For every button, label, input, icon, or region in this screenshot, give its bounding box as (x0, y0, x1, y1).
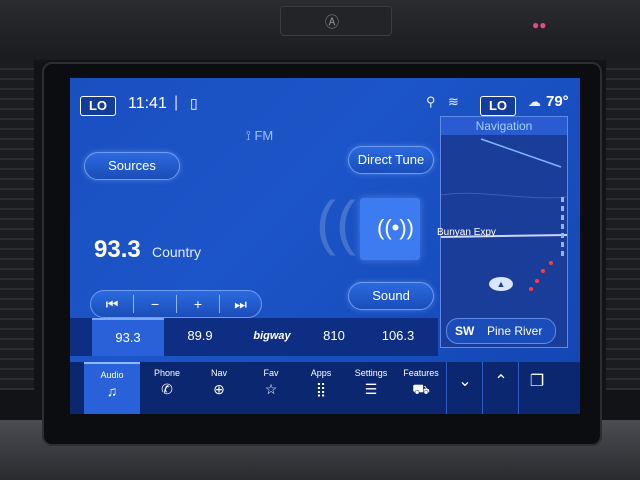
poi-dot (529, 287, 533, 291)
star-icon: ☆ (264, 381, 278, 397)
chevron-down-icon: ⌄ (458, 373, 472, 390)
chevron-down-button[interactable]: ⌄ (446, 362, 483, 414)
nav-nav-label: Nav (210, 368, 227, 378)
tune-up-icon[interactable]: + (177, 291, 219, 317)
station-genre: Country (152, 244, 202, 260)
nav-apps-label: Apps (310, 368, 332, 378)
map-zoom-scrollbar[interactable] (561, 197, 564, 257)
nav-phone[interactable]: Phone ✆ (142, 362, 192, 414)
nav-audio-label: Audio (100, 370, 124, 380)
sources-button[interactable]: Sources (84, 152, 180, 180)
map-road-line (441, 192, 567, 199)
nav-settings-label: Settings (354, 368, 388, 378)
seek-forward-icon[interactable]: ⏭ (220, 291, 261, 317)
nav-features[interactable]: Features ⛟ (396, 362, 446, 414)
map-route-line (480, 138, 562, 168)
heading-street-bar: SW Pine River (446, 318, 556, 344)
driver-temp-lo[interactable]: LO (80, 96, 116, 116)
nav-fav-label: Fav (263, 368, 279, 378)
current-frequency: 93.3 (94, 236, 141, 263)
music-note-icon: ♫ (106, 383, 118, 399)
grid-icon: ⣿ (315, 381, 327, 397)
sliders-icon: ☰ (364, 381, 378, 397)
preset-5[interactable]: 106.3 (362, 318, 434, 354)
infotainment-screen: LO 11:41 | ▯ ⚲ ≋ LO ☁ 79° ⟟ FM Sources D… (70, 78, 580, 414)
nav-features-label: Features (403, 368, 439, 378)
right-air-vent (606, 60, 640, 390)
outside-temp-icon: ☁ (528, 94, 541, 109)
seek-back-icon[interactable]: ⏮ (91, 291, 133, 317)
airbag-indicator-icon: ●● (532, 18, 547, 32)
multi-window-button[interactable]: ❐ (518, 362, 555, 414)
tune-down-icon[interactable]: − (134, 291, 176, 317)
sound-button[interactable]: Sound (348, 282, 434, 310)
dashboard-top: Ⓐ ●● (0, 0, 640, 60)
preset-bar: 93.3 89.9 bigway 810 106.3 (70, 318, 438, 356)
passenger-temp-lo[interactable]: LO (480, 96, 516, 116)
phone-icon: ✆ (161, 381, 173, 397)
multi-window-icon: ❐ (529, 373, 545, 390)
outside-temperature: 79° (546, 93, 569, 110)
band-indicator: ⟟ FM (246, 128, 273, 144)
car-icon: ⛟ (412, 381, 430, 397)
nav-phone-label: Phone (153, 368, 181, 378)
nav-fav[interactable]: Fav ☆ (246, 362, 296, 414)
clock: 11:41 (128, 95, 167, 112)
hazard-icon: Ⓐ (325, 14, 339, 30)
vehicle-position-icon: ▲ (489, 277, 513, 291)
nav-nav[interactable]: Nav ⊕ (194, 362, 244, 414)
broadcast-icon: ((•)) (377, 215, 415, 240)
direct-tune-button[interactable]: Direct Tune (348, 146, 434, 174)
navigation-panel[interactable]: Navigation Bunyan Expy ▲ (437, 116, 568, 348)
hazard-button[interactable]: Ⓐ (280, 6, 392, 36)
tune-controls: ⏮ − + ⏭ (90, 290, 262, 318)
station-art: ((•)) (360, 198, 420, 260)
nav-apps[interactable]: Apps ⣿ (296, 362, 346, 414)
left-air-vent (0, 60, 34, 390)
compass-icon: ⊕ (213, 381, 225, 397)
preset-1[interactable]: 93.3 (92, 318, 164, 356)
current-street: Pine River (487, 324, 543, 338)
phone-connected-icon: ▯ (190, 95, 198, 111)
nav-settings[interactable]: Settings ☰ (346, 362, 396, 414)
road-label: Bunyan Expy (437, 227, 496, 238)
poi-dot (535, 279, 539, 283)
chevron-up-button[interactable]: ⌃ (482, 362, 519, 414)
nav-audio[interactable]: Audio ♫ (84, 362, 140, 414)
status-separator: | (174, 94, 179, 111)
band-label: FM (254, 128, 274, 143)
wifi-icon: ≋ (448, 94, 459, 109)
preset-4[interactable]: 810 (298, 318, 370, 354)
poi-dot (549, 261, 553, 265)
bottom-nav-bar: Audio ♫ Phone ✆ Nav ⊕ Fav ☆ Apps ⣿ Setti… (70, 362, 580, 414)
person-icon: ⚲ (426, 94, 436, 109)
heading-direction: SW (455, 324, 475, 338)
preset-2[interactable]: 89.9 (164, 318, 236, 354)
poi-dot (541, 269, 545, 273)
chevron-up-icon: ⌃ (494, 373, 508, 390)
